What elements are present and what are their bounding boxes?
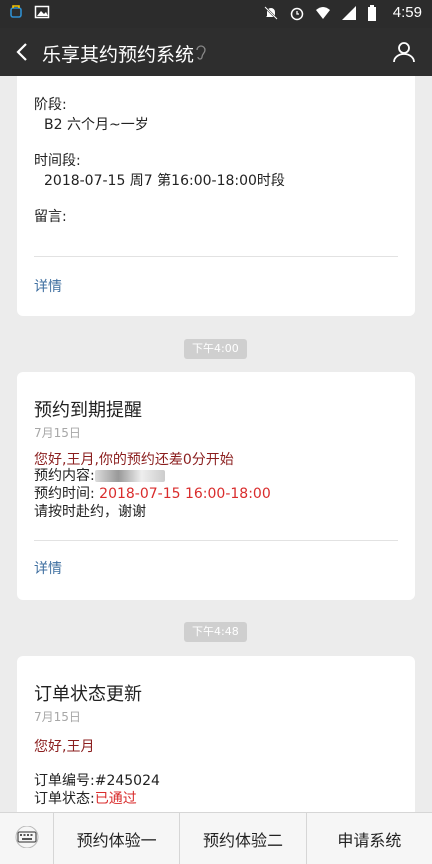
period-value: 2018-07-15 周7 第16:00-18:00时段 [44,173,285,189]
card-date: 7月15日 [34,426,81,440]
battery-icon [367,4,383,21]
status-time: 4:59 [392,4,422,21]
menu-button-apply-system[interactable]: 申请系统 [307,813,432,864]
page-title: 乐享其约预约系统 [42,44,195,66]
earpiece-icon [194,43,206,61]
order-no-value: #245024 [94,773,160,789]
time-stamp: 下午4:48 [184,622,247,642]
app-notification-icon [8,4,24,20]
appointment-details-card: 阶段: B2 六个月~一岁 时间段: 2018-07-15 周7 第16:00-… [17,76,415,316]
order-status-row: 订单状态:已通过 [34,790,137,808]
greeting-text: 您好,王月 [34,739,95,755]
menu-button-experience-one[interactable]: 预约体验一 [54,813,181,864]
message-feed[interactable]: 阶段: B2 六个月~一岁 时间段: 2018-07-15 周7 第16:00-… [0,76,432,812]
card-title: 订单状态更新 [34,684,142,705]
content-row: 预约内容: [34,467,165,485]
greeting-text: 您好,王月,你的预约还差0分开始 [34,452,234,468]
detail-link[interactable]: 详情 [17,558,79,578]
order-status-card: 订单状态更新 7月15日 您好,王月 订单编号:#245024 订单状态:已通过 [17,656,415,812]
title-bar: 乐享其约预约系统 [0,28,432,76]
detail-link[interactable]: 详情 [17,276,79,296]
order-status-label: 订单状态: [34,791,95,807]
card-date: 7月15日 [34,710,81,724]
keyboard-icon [14,825,40,852]
blurred-content [94,470,165,482]
user-profile-icon[interactable] [392,40,416,64]
order-no-label: 订单编号: [34,773,95,789]
menu-button-experience-two[interactable]: 预约体验二 [180,813,307,864]
time-row: 预约时间: 2018-07-15 16:00-18:00 [34,485,271,503]
message-label: 留言: [34,209,67,225]
back-icon[interactable] [12,40,34,64]
stage-value: B2 六个月~一岁 [44,117,149,133]
order-status-value: 已通过 [94,791,137,807]
status-bar: 4:59 [0,0,432,28]
image-notification-icon [34,4,50,20]
time-stamp: 下午4:00 [184,339,247,359]
keyboard-toggle[interactable] [0,813,54,864]
divider [34,540,398,541]
order-no-row: 订单编号:#245024 [34,772,160,790]
wifi-icon [315,5,331,21]
signal-icon [341,5,357,21]
content-label: 预约内容: [34,468,95,484]
time-value: 2018-07-15 16:00-18:00 [99,486,271,502]
mute-icon [263,5,279,21]
divider [34,256,398,257]
notice-text: 请按时赴约，谢谢 [34,504,146,520]
alarm-icon [289,5,305,21]
period-label: 时间段: [34,153,81,169]
stage-label: 阶段: [34,97,67,113]
time-label: 预约时间: [34,486,95,502]
bottom-menu: 预约体验一 预约体验二 申请系统 [0,812,432,864]
appointment-reminder-card: 预约到期提醒 7月15日 您好,王月,你的预约还差0分开始 预约内容: 预约时间… [17,372,415,600]
card-title: 预约到期提醒 [34,400,142,421]
